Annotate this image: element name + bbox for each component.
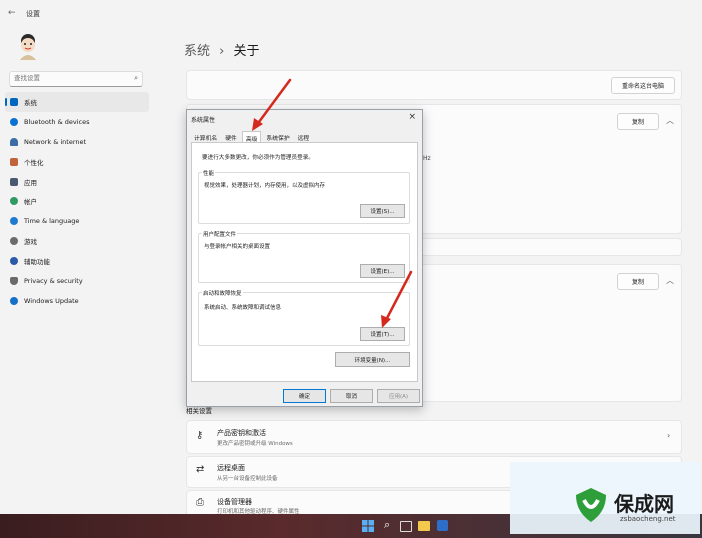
system-properties-dialog: 系统属性 × 计算机名 硬件 高级 系统保护 远程 要进行大多数更改，你必须作为… bbox=[186, 109, 423, 407]
sidebar-item-gaming[interactable]: 游戏 bbox=[5, 231, 149, 251]
watermark: 保成网 zsbaocheng.net bbox=[510, 462, 700, 534]
chevron-up-icon[interactable]: ︿ bbox=[666, 275, 674, 286]
shield-icon bbox=[10, 276, 18, 285]
person-icon bbox=[10, 197, 18, 206]
copy-windows-specs-button[interactable]: 复制 bbox=[617, 273, 659, 290]
sidebar-item-time-language[interactable]: Time & language bbox=[5, 211, 149, 231]
breadcrumb: 系统 › 关于 bbox=[184, 40, 260, 59]
startup-recovery-group: 启动和故障恢复 系统启动、系统故障和调试信息 设置(T)... bbox=[198, 289, 410, 346]
sidebar-item-bluetooth[interactable]: Bluetooth & devices bbox=[5, 112, 149, 132]
copy-specs-button[interactable]: 复制 bbox=[617, 113, 659, 130]
sidebar-item-network[interactable]: Network & internet bbox=[5, 132, 149, 152]
performance-desc: 视觉效果，处理器计划，内存使用，以及虚拟内存 bbox=[204, 183, 326, 189]
sidebar-item-label: 应用 bbox=[24, 178, 37, 187]
sidebar-item-label: Network & internet bbox=[24, 137, 87, 146]
sidebar-item-label: 帐户 bbox=[24, 198, 37, 207]
refresh-rate-fragment: Hz bbox=[423, 155, 431, 162]
breadcrumb-parent[interactable]: 系统 bbox=[184, 44, 210, 59]
sidebar-item-privacy[interactable]: Privacy & security bbox=[5, 271, 149, 291]
sidebar-item-accessibility[interactable]: 辅助功能 bbox=[5, 251, 149, 271]
file-explorer-icon[interactable] bbox=[418, 521, 430, 531]
sidebar-item-accounts[interactable]: 帐户 bbox=[5, 191, 149, 211]
startup-recovery-desc: 系统启动、系统故障和调试信息 bbox=[204, 305, 282, 311]
update-icon bbox=[10, 296, 18, 305]
environment-variables-button[interactable]: 环境变量(N)... bbox=[335, 352, 410, 367]
watermark-logo bbox=[576, 488, 606, 522]
watermark-url: zsbaocheng.net bbox=[620, 515, 676, 523]
performance-label: 性能 bbox=[202, 169, 216, 177]
related-item-title: 设备管理器 bbox=[217, 498, 252, 506]
gamepad-icon bbox=[10, 237, 18, 246]
chevron-right-icon: › bbox=[667, 431, 671, 440]
related-item-product-key[interactable]: ⚷ 产品密钥和激活 更改产品密钥或升级 Windows › bbox=[186, 420, 682, 454]
sidebar-item-label: 个性化 bbox=[24, 158, 44, 167]
app-title: 设置 bbox=[26, 10, 40, 18]
search-input[interactable] bbox=[10, 72, 126, 84]
related-item-title: 产品密钥和激活 bbox=[217, 429, 266, 437]
related-item-subtitle: 更改产品密钥或升级 Windows bbox=[217, 441, 293, 447]
rename-pc-button[interactable]: 重命名这台电脑 bbox=[611, 77, 675, 94]
avatar[interactable] bbox=[14, 32, 42, 62]
startup-recovery-settings-button[interactable]: 设置(T)... bbox=[360, 327, 405, 341]
sidebar-nav: 系统 Bluetooth & devices Network & interne… bbox=[5, 92, 149, 311]
accessibility-icon bbox=[10, 257, 18, 266]
apply-button[interactable]: 应用(A) bbox=[377, 389, 420, 403]
ok-button[interactable]: 确定 bbox=[283, 389, 326, 403]
user-profile-desc: 与登录帐户相关的桌面设置 bbox=[204, 244, 271, 250]
chevron-up-icon[interactable]: ︿ bbox=[666, 115, 674, 126]
user-profile-settings-button[interactable]: 设置(E)... bbox=[360, 264, 405, 278]
related-item-subtitle: 从另一台设备控制此设备 bbox=[217, 476, 278, 482]
related-item-title: 远程桌面 bbox=[217, 464, 245, 472]
admin-note: 要进行大多数更改，你必须作为管理员登录。 bbox=[202, 155, 314, 161]
dialog-title: 系统属性 bbox=[191, 117, 216, 124]
sidebar-item-label: 辅助功能 bbox=[24, 258, 50, 267]
cancel-button[interactable]: 取消 bbox=[330, 389, 373, 403]
sidebar-item-label: Privacy & security bbox=[24, 276, 83, 285]
performance-settings-button[interactable]: 设置(S)... bbox=[360, 204, 405, 218]
device-name-card: 重命名这台电脑 bbox=[186, 70, 682, 100]
user-profile-label: 用户配置文件 bbox=[202, 230, 238, 238]
bluetooth-icon bbox=[10, 117, 18, 126]
taskbar-search-icon[interactable]: ⌕ bbox=[384, 518, 390, 532]
remote-desktop-icon: ⇄ bbox=[196, 464, 205, 475]
sidebar-item-apps[interactable]: 应用 bbox=[5, 172, 149, 192]
search-icon: ⌕ bbox=[134, 74, 138, 82]
sidebar-item-system[interactable]: 系统 bbox=[5, 92, 149, 112]
sidebar-item-label: Bluetooth & devices bbox=[24, 117, 90, 126]
sidebar-item-label: 系统 bbox=[24, 98, 37, 107]
user-profile-group: 用户配置文件 与登录帐户相关的桌面设置 设置(E)... bbox=[198, 230, 410, 283]
globe-clock-icon bbox=[10, 217, 18, 226]
advanced-tab-panel: 要进行大多数更改，你必须作为管理员登录。 性能 视觉效果，处理器计划，内存使用，… bbox=[191, 142, 418, 382]
key-icon: ⚷ bbox=[196, 430, 204, 441]
search-box[interactable]: ⌕ bbox=[9, 71, 143, 87]
windows-start-icon[interactable] bbox=[362, 520, 374, 532]
back-arrow-icon[interactable]: ← bbox=[8, 8, 16, 18]
sidebar-item-label: Time & language bbox=[24, 217, 80, 226]
close-icon[interactable]: × bbox=[408, 112, 416, 122]
sidebar-item-personalization[interactable]: 个性化 bbox=[5, 152, 149, 172]
task-view-icon[interactable] bbox=[400, 521, 412, 532]
apps-icon bbox=[10, 177, 18, 186]
startup-recovery-label: 启动和故障恢复 bbox=[202, 289, 243, 297]
performance-group: 性能 视觉效果，处理器计划，内存使用，以及虚拟内存 设置(S)... bbox=[198, 169, 410, 224]
title-bar: ← 设置 bbox=[0, 0, 702, 28]
settings-taskbar-icon[interactable] bbox=[437, 520, 448, 531]
printer-icon: ⎙ bbox=[196, 497, 204, 508]
sidebar-item-label: 游戏 bbox=[24, 238, 37, 247]
sidebar-item-label: Windows Update bbox=[24, 296, 79, 305]
brush-icon bbox=[10, 157, 18, 166]
watermark-name: 保成网 bbox=[614, 492, 674, 516]
breadcrumb-separator: › bbox=[219, 44, 225, 59]
sidebar-item-windows-update[interactable]: Windows Update bbox=[5, 291, 149, 311]
page-title: 关于 bbox=[233, 44, 260, 59]
monitor-icon bbox=[10, 97, 18, 106]
wifi-icon bbox=[10, 137, 18, 146]
